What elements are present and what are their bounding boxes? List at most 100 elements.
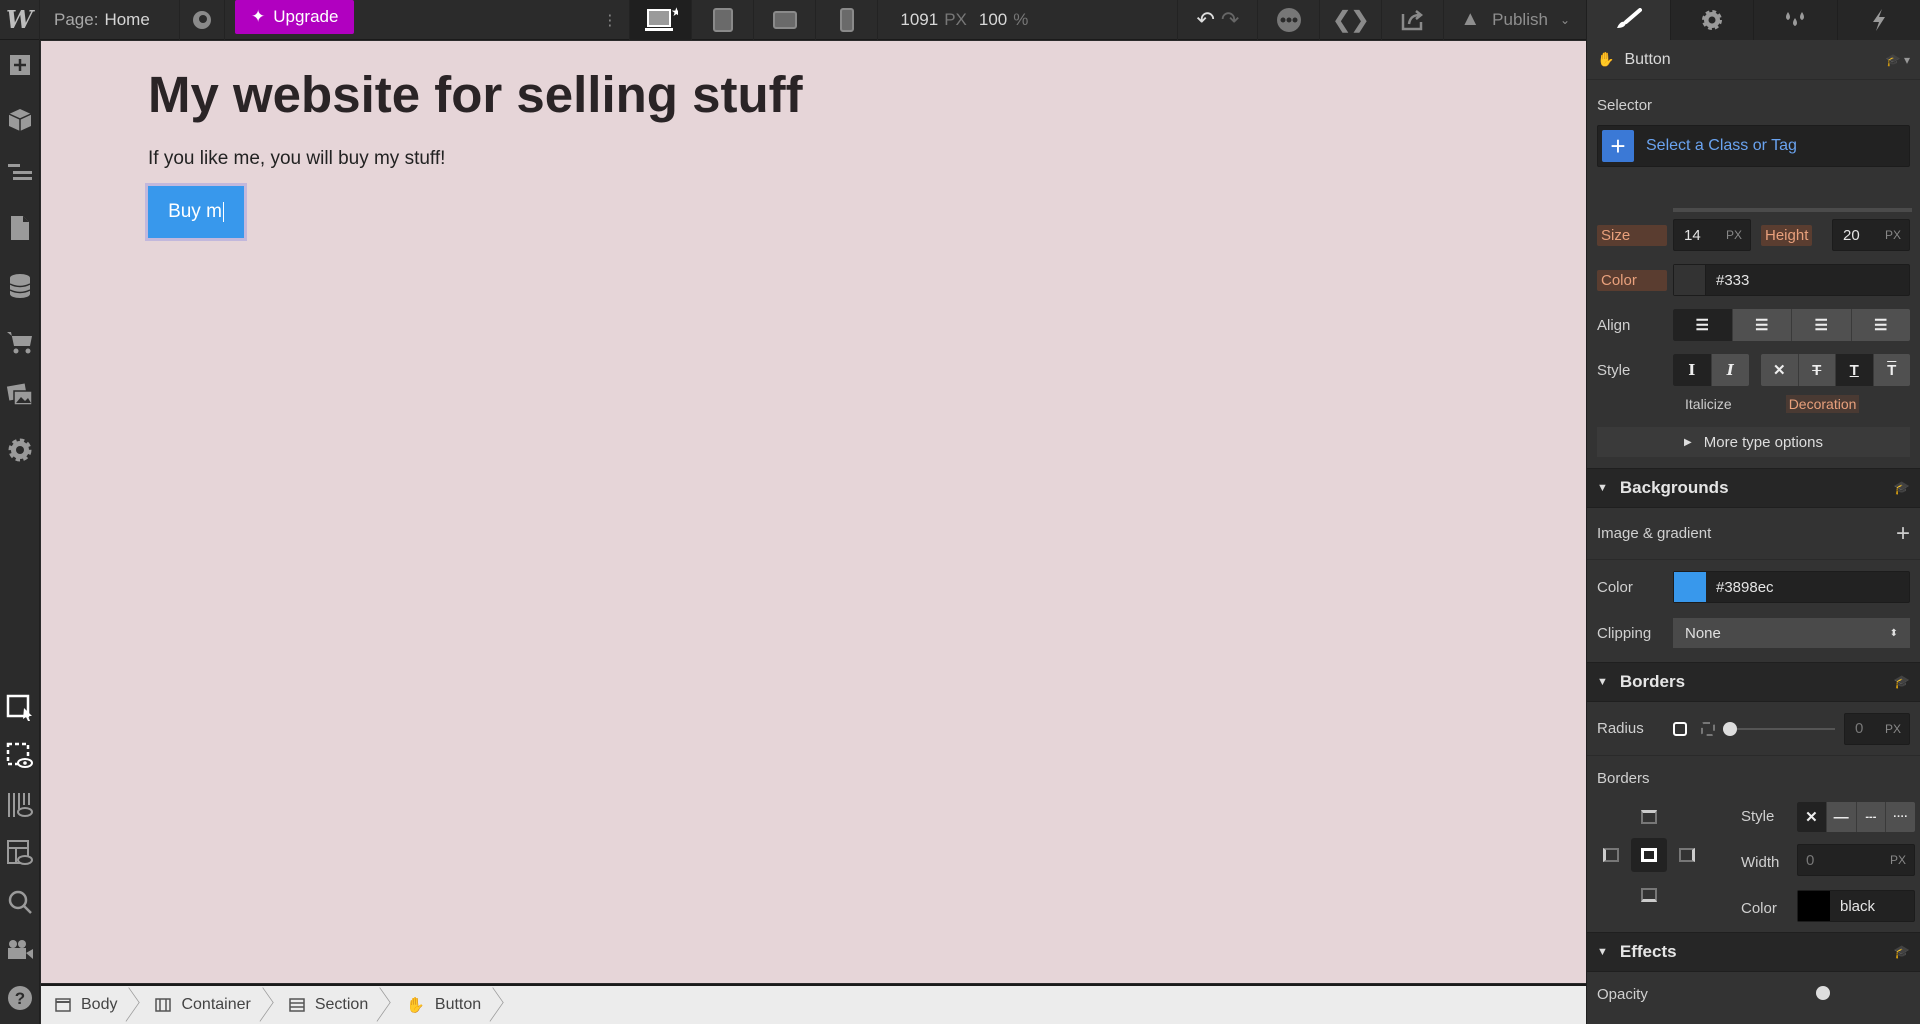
border-all-icon[interactable] — [1631, 838, 1667, 872]
border-style-solid-button[interactable]: — — [1827, 802, 1857, 832]
device-desktop-button[interactable]: ★ — [630, 0, 693, 40]
page-heading[interactable]: My website for selling stuff — [148, 65, 803, 124]
device-tablet-button[interactable] — [692, 0, 755, 40]
more-type-options-button[interactable]: ▶ More type options — [1597, 427, 1910, 457]
navigator-button[interactable] — [0, 152, 40, 192]
publish-button[interactable]: ▲ Publish ⌄ — [1444, 0, 1586, 40]
line-height-input[interactable]: 20 PX — [1832, 219, 1910, 251]
size-input[interactable]: 14 PX — [1673, 219, 1751, 251]
size-height-row: Size 14 PX Height 20 PX — [1587, 212, 1920, 258]
border-right-icon[interactable] — [1679, 848, 1695, 862]
cms-button[interactable] — [0, 266, 40, 306]
preview-button[interactable] — [180, 0, 225, 40]
assets-button[interactable] — [0, 375, 40, 415]
ecommerce-button[interactable] — [0, 322, 40, 362]
align-center-button[interactable]: ☰ — [1733, 309, 1792, 341]
color-swatch[interactable] — [1674, 265, 1706, 295]
radius-slider[interactable] — [1723, 721, 1835, 736]
search-button[interactable] — [0, 882, 40, 922]
backgrounds-section-header[interactable]: ▼ Backgrounds 🎓 — [1587, 468, 1920, 508]
publish-label: Publish — [1492, 9, 1548, 29]
x-ray-button[interactable] — [0, 785, 40, 825]
settings-gear-icon — [8, 438, 32, 462]
radius-slider-handle[interactable] — [1723, 721, 1737, 736]
upgrade-button[interactable]: ✦ Upgrade — [235, 0, 355, 34]
radius-all-corners-icon[interactable] — [1673, 721, 1687, 736]
border-top-icon[interactable] — [1641, 810, 1657, 824]
device-mobile-portrait-button[interactable] — [816, 0, 879, 40]
breadcrumb-section[interactable]: Section — [275, 986, 382, 1024]
style-italic-button[interactable]: I — [1712, 354, 1750, 386]
breadcrumb-body[interactable]: Body — [41, 986, 131, 1024]
decoration-strikethrough-button[interactable]: T — [1799, 354, 1836, 386]
effects-section-header[interactable]: ▼ Effects 🎓 — [1587, 932, 1920, 972]
hand-icon: ✋ — [406, 997, 425, 1014]
education-cap-icon[interactable]: 🎓 — [1894, 944, 1910, 960]
gear-icon — [1701, 10, 1722, 30]
borders-sub-label: Borders — [1597, 769, 1650, 787]
border-color-input[interactable]: black — [1797, 890, 1915, 922]
components-icon — [8, 109, 32, 131]
align-justify-button[interactable]: ☰ — [1852, 309, 1911, 341]
share-button[interactable] — [1382, 0, 1445, 40]
components-button[interactable] — [0, 100, 40, 140]
align-left-button[interactable]: ☰ — [1673, 309, 1733, 341]
breadcrumb-container[interactable]: Container — [141, 986, 264, 1024]
video-tutorials-button[interactable] — [0, 930, 40, 970]
education-cap-icon[interactable]: 🎓 — [1894, 674, 1910, 690]
selector-input[interactable]: + Select a Class or Tag — [1597, 125, 1910, 167]
clipping-select[interactable]: None ⬍ — [1673, 618, 1910, 648]
comments-button[interactable] — [1258, 0, 1321, 40]
border-width-input[interactable]: 0 PX — [1797, 844, 1915, 876]
more-options-button[interactable]: ⋮ — [590, 0, 631, 40]
radius-individual-corners-icon[interactable] — [1701, 721, 1715, 736]
border-style-dashed-button[interactable]: --- — [1857, 802, 1887, 832]
borders-section-header[interactable]: ▼ Borders 🎓 — [1587, 662, 1920, 702]
breadcrumb-button[interactable]: ✋ Button — [392, 986, 495, 1024]
code-export-button[interactable]: ❮❯ — [1320, 0, 1383, 40]
settings-button[interactable] — [0, 430, 40, 470]
device-mobile-landscape-button[interactable] — [754, 0, 817, 40]
tab-style[interactable] — [1587, 0, 1671, 40]
regular-i-icon: I — [1688, 361, 1696, 379]
design-canvas[interactable]: My website for selling stuff If you like… — [41, 41, 1586, 983]
add-panel-button[interactable] — [0, 45, 40, 85]
text-color-input[interactable]: #333 — [1673, 264, 1910, 296]
style-regular-button[interactable]: I — [1673, 354, 1712, 386]
redo-icon[interactable]: ↷ — [1221, 7, 1239, 33]
border-color-swatch[interactable] — [1798, 891, 1830, 921]
undo-icon[interactable]: ↶ — [1196, 7, 1214, 33]
image-gradient-label: Image & gradient — [1597, 525, 1712, 542]
add-background-plus-icon[interactable]: + — [1896, 520, 1910, 548]
help-button[interactable]: ? — [0, 978, 40, 1018]
decoration-underline-button[interactable]: T — [1836, 354, 1874, 386]
opacity-slider-handle[interactable] — [1816, 986, 1830, 1000]
page-selector[interactable]: Page: Home — [40, 0, 180, 40]
pages-button[interactable] — [0, 208, 40, 248]
tab-lightning[interactable] — [1838, 0, 1920, 40]
border-style-none-button[interactable]: ✕ — [1797, 802, 1827, 832]
preview-hidden-button[interactable] — [0, 736, 40, 776]
tab-interactions[interactable] — [1754, 0, 1838, 40]
align-right-button[interactable]: ☰ — [1792, 309, 1852, 341]
tab-settings[interactable] — [1671, 0, 1754, 40]
bg-color-swatch[interactable] — [1674, 572, 1706, 602]
education-cap-icon[interactable]: 🎓 ▾ — [1886, 53, 1910, 67]
bg-color-input[interactable]: #3898ec — [1673, 571, 1910, 603]
education-cap-icon[interactable]: 🎓 — [1894, 480, 1910, 496]
webflow-logo[interactable]: W — [0, 0, 40, 40]
border-left-icon[interactable] — [1603, 848, 1619, 862]
select-element-button[interactable] — [0, 688, 40, 728]
buy-button-text[interactable]: Buy m — [168, 201, 222, 223]
plus-icon[interactable]: + — [1602, 130, 1634, 162]
page-paragraph[interactable]: If you like me, you will buy my stuff! — [148, 148, 445, 170]
layout-eye-icon — [7, 840, 33, 865]
decoration-none-button[interactable]: ✕ — [1761, 354, 1799, 386]
selector-field-row: + Select a Class or Tag — [1587, 124, 1920, 168]
buy-button[interactable]: Buy m — [148, 186, 244, 238]
radius-input[interactable]: 0 PX — [1844, 712, 1910, 745]
border-style-dotted-button[interactable]: ···· — [1886, 802, 1915, 832]
border-bottom-icon[interactable] — [1641, 888, 1657, 902]
decoration-overline-button[interactable]: T — [1874, 354, 1911, 386]
layout-preview-button[interactable] — [0, 833, 40, 873]
